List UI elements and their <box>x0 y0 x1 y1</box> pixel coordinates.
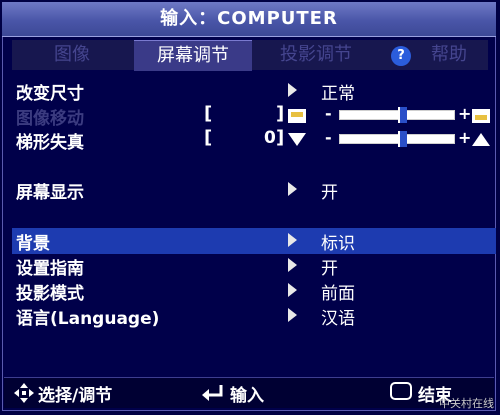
slider-thumb[interactable] <box>398 131 407 147</box>
resize-label: 改变尺寸 <box>16 84 84 104</box>
enter-icon <box>202 385 223 401</box>
screen-display-value: 开 <box>321 183 338 203</box>
menu-item-setup-guide[interactable]: 设置指南 开 <box>12 253 496 279</box>
menu-item-projection-mode[interactable]: 投影模式 前面 <box>12 278 496 304</box>
arrow-right-icon <box>288 182 297 196</box>
background-value: 标识 <box>321 234 355 254</box>
osd-footer: 选择/调节 输入 结束 <box>4 377 494 408</box>
menu-item-resize[interactable]: 改变尺寸 正常 <box>12 78 496 104</box>
projection-mode-label: 投影模式 <box>16 284 84 304</box>
keystone-slider[interactable] <box>339 131 455 147</box>
menu-button-icon <box>390 382 412 400</box>
image-shift-slider[interactable] <box>339 107 455 123</box>
menu-item-background[interactable]: 背景 标识 <box>12 228 496 254</box>
help-icon: ? <box>391 46 411 66</box>
background-label: 背景 <box>16 234 50 254</box>
arrow-right-icon <box>288 258 297 272</box>
tab-help[interactable]: 帮助 <box>416 40 482 70</box>
arrow-right-icon <box>288 308 297 322</box>
keystone-up-icon <box>472 133 490 146</box>
tab-screen-adjust[interactable]: 屏幕调节 <box>134 40 252 71</box>
osd-title: 输入：COMPUTER <box>2 2 496 37</box>
setup-guide-label: 设置指南 <box>16 259 84 279</box>
enter-label: 输入 <box>230 386 264 406</box>
menu-item-keystone[interactable]: 梯形失真 [ 0 ] - + <box>12 127 496 153</box>
resize-value: 正常 <box>321 84 355 104</box>
arrow-right-icon <box>288 233 297 247</box>
slider-thumb[interactable] <box>398 107 407 123</box>
shift-down-icon <box>288 109 306 123</box>
tab-bar: 图像 屏幕调节 投影调节 ? 帮助 <box>12 40 488 71</box>
language-label: 语言(Language) <box>16 309 160 329</box>
language-value: 汉语 <box>321 309 355 329</box>
bracket-right: ] <box>276 127 285 148</box>
bracket-right: ] <box>276 103 285 124</box>
image-shift-label: 图像移动 <box>16 109 84 129</box>
keystone-label: 梯形失真 <box>16 133 84 153</box>
bracket-left: [ <box>204 103 213 124</box>
bracket-left: [ <box>204 127 213 148</box>
plus-icon: + <box>458 104 472 123</box>
arrow-right-icon <box>288 283 297 297</box>
projection-mode-value: 前面 <box>321 284 355 304</box>
menu-item-image-shift: 图像移动 [ ] - + <box>12 103 496 129</box>
watermark: 中关村在线 <box>439 397 494 410</box>
screen-display-label: 屏幕显示 <box>16 183 84 203</box>
plus-icon: + <box>458 128 472 147</box>
tab-image[interactable]: 图像 <box>12 40 132 70</box>
shift-up-icon <box>472 109 490 123</box>
arrow-right-icon <box>288 83 297 97</box>
keystone-down-icon <box>288 133 306 146</box>
minus-icon: - <box>325 128 332 147</box>
navigate-label: 选择/调节 <box>38 386 113 406</box>
tab-projection-adjust[interactable]: 投影调节 <box>256 40 376 70</box>
menu-item-screen-display[interactable]: 屏幕显示 开 <box>12 177 496 203</box>
menu-item-language[interactable]: 语言(Language) 汉语 <box>12 303 496 329</box>
keystone-value: 0 <box>264 128 276 148</box>
navigate-arrows-icon <box>14 383 34 403</box>
setup-guide-value: 开 <box>321 259 338 279</box>
minus-icon: - <box>325 104 332 123</box>
